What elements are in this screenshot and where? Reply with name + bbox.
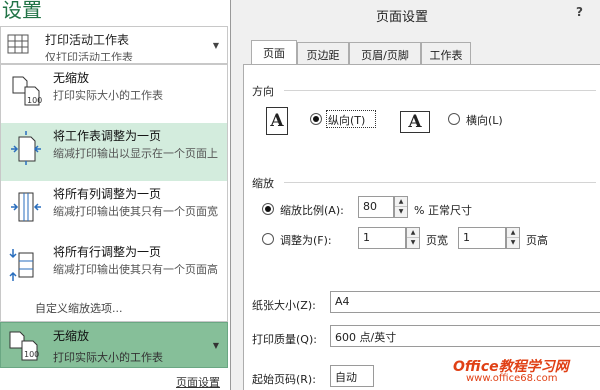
adjust-to-label[interactable]: 缩放比例(A): <box>280 202 344 218</box>
pages-wide-input[interactable]: 1 <box>358 227 406 249</box>
scale-percent-input[interactable]: 80 <box>358 196 394 218</box>
print-scope-title: 打印活动工作表 <box>45 33 130 47</box>
tab-page[interactable]: 页面 <box>251 40 297 64</box>
portrait-label[interactable]: 纵向(T) <box>328 112 365 128</box>
watermark-url: www.office68.com <box>466 373 558 384</box>
option-title: 无缩放 <box>53 71 90 85</box>
scaling-dropdown[interactable]: 100 无缩放 打印实际大小的工作表 ▼ <box>0 322 228 368</box>
landscape-icon: A <box>400 111 430 133</box>
paper-size-label: 纸张大小(Z): <box>252 299 316 312</box>
scale-percent-spinner[interactable]: ▲ ▼ <box>394 196 408 218</box>
scaling-option-no-scaling[interactable]: 100 无缩放 打印实际大小的工作表 <box>1 65 227 123</box>
spin-up-icon[interactable]: ▲ <box>507 228 519 238</box>
tab-margins[interactable]: 页边距 <box>297 42 349 64</box>
fit-to-radio[interactable] <box>262 233 274 245</box>
scaling-option-fit-sheet[interactable]: 将工作表调整为一页 缩减打印输出以显示在一个页面上 <box>1 123 227 181</box>
divider <box>284 182 596 183</box>
fit-to-label[interactable]: 调整为(F): <box>280 232 332 248</box>
option-title: 将所有列调整为一页 <box>53 187 162 201</box>
spin-up-icon[interactable]: ▲ <box>395 197 407 207</box>
scale-percent-suffix: % 正常尺寸 <box>414 204 472 217</box>
scaling-dropdown-desc: 打印实际大小的工作表 <box>53 351 163 364</box>
dialog-titlebar: 页面设置 ? <box>231 0 600 28</box>
svg-text:100: 100 <box>27 96 42 105</box>
fit-columns-icon <box>11 192 41 222</box>
custom-scaling-link[interactable]: 自定义缩放选项... <box>35 300 123 316</box>
no-scaling-icon: 100 <box>12 76 42 106</box>
tab-header-footer[interactable]: 页眉/页脚 <box>349 42 421 64</box>
pages-tall-label: 页高 <box>526 234 548 247</box>
print-scope-desc: 仅打印活动工作表 <box>45 51 133 61</box>
settings-heading: 设置 <box>2 0 42 22</box>
fit-sheet-icon <box>11 131 41 165</box>
scaling-heading: 缩放 <box>252 177 274 190</box>
pages-wide-spinner[interactable]: ▲ ▼ <box>406 227 420 249</box>
pages-wide-label: 页宽 <box>426 234 448 247</box>
tab-sheet[interactable]: 工作表 <box>421 42 471 64</box>
scaling-menu: 100 无缩放 打印实际大小的工作表 将工作表调整为一页 缩减打印输出以显示在一… <box>0 64 228 322</box>
option-desc: 缩减打印输出使其只有一个页面高 <box>53 263 218 276</box>
page-tab-panel: 方向 A 纵向(T) A 横向(L) 缩放 缩放比例(A): 80 ▲ ▼ % 正… <box>243 64 600 390</box>
scaling-option-fit-rows[interactable]: 将所有行调整为一页 缩减打印输出使其只有一个页面高 <box>1 239 227 297</box>
first-page-input[interactable]: 自动 <box>330 365 374 387</box>
page-setup-dialog: 页面设置 ? 页面 页边距 页眉/页脚 工作表 方向 A 纵向(T) A 横向(… <box>230 0 600 390</box>
print-settings-panel: 设置 打印活动工作表 仅打印活动工作表 ▼ 100 无缩放 打印实际大小的工作表 <box>0 0 230 390</box>
landscape-radio[interactable] <box>448 113 460 125</box>
portrait-radio[interactable] <box>310 113 322 125</box>
page-setup-link[interactable]: 页面设置 <box>176 374 220 390</box>
divider <box>284 90 596 91</box>
option-title: 将工作表调整为一页 <box>53 129 162 143</box>
fit-rows-icon <box>9 249 34 281</box>
pages-tall-spinner[interactable]: ▲ ▼ <box>506 227 520 249</box>
spin-down-icon[interactable]: ▼ <box>395 207 407 217</box>
print-quality-label: 打印质量(Q): <box>252 333 317 346</box>
option-desc: 缩减打印输出以显示在一个页面上 <box>53 147 218 160</box>
orientation-heading: 方向 <box>252 85 274 98</box>
paper-size-select[interactable]: A4 <box>330 291 600 313</box>
spin-down-icon[interactable]: ▼ <box>407 238 419 248</box>
chevron-down-icon: ▼ <box>212 341 219 350</box>
help-button[interactable]: ? <box>576 5 583 19</box>
spin-up-icon[interactable]: ▲ <box>407 228 419 238</box>
option-desc: 打印实际大小的工作表 <box>53 89 163 102</box>
portrait-icon: A <box>266 107 288 135</box>
scaling-dropdown-title: 无缩放 <box>53 329 90 343</box>
option-title: 将所有行调整为一页 <box>53 245 162 259</box>
pages-tall-input[interactable]: 1 <box>458 227 506 249</box>
print-quality-select[interactable]: 600 点/英寸 <box>330 325 600 347</box>
option-desc: 缩减打印输出使其只有一个页面宽 <box>53 205 218 218</box>
first-page-label: 起始页码(R): <box>252 373 316 386</box>
dialog-title: 页面设置 <box>376 10 429 25</box>
spin-down-icon[interactable]: ▼ <box>507 238 519 248</box>
landscape-label[interactable]: 横向(L) <box>466 112 503 128</box>
chevron-down-icon: ▼ <box>212 41 219 50</box>
adjust-to-radio[interactable] <box>262 203 274 215</box>
svg-text:100: 100 <box>24 350 39 359</box>
no-scaling-icon: 100 <box>9 331 39 361</box>
scaling-option-fit-columns[interactable]: 将所有列调整为一页 缩减打印输出使其只有一个页面宽 <box>1 181 227 239</box>
print-scope-dropdown[interactable]: 打印活动工作表 仅打印活动工作表 ▼ <box>0 26 228 64</box>
worksheet-grid-icon <box>7 34 29 54</box>
